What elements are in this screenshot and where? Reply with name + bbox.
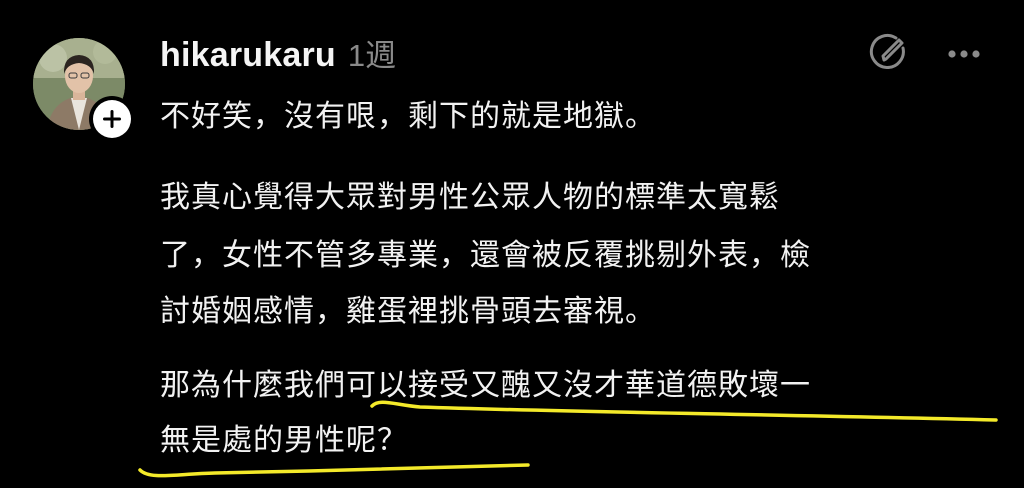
plus-icon: [103, 110, 121, 128]
post-text-line: 那為什麼我們可以接受又醜又沒才華道德敗壞一: [160, 368, 811, 403]
follow-badge-inner: [93, 100, 131, 138]
username-link[interactable]: hikarukaru: [160, 36, 336, 75]
thread-post: hikarukaru 1週 不好笑，沒有哏，剩下的就是地獄。 我真心覺得大眾對男…: [0, 0, 1024, 488]
post-text-line: 無是處的男性呢？: [160, 423, 408, 458]
post-text-line: 討婚姻感情，雞蛋裡挑骨頭去審視。: [160, 294, 656, 329]
post-header: hikarukaru 1週: [160, 30, 396, 80]
post-timestamp: 1週: [347, 38, 397, 73]
edit-button[interactable]: [864, 28, 912, 76]
post-text-line: 了，女性不管多專業，還會被反覆挑剔外表，檢: [160, 238, 811, 273]
post-text-paragraph-1: 不好笑，沒有哏，剩下的就是地獄。: [160, 99, 656, 134]
more-horizontal-icon: [948, 50, 980, 58]
edit-pencil-icon: [869, 33, 905, 69]
more-options-button[interactable]: [940, 28, 988, 76]
post-text-line: 我真心覺得大眾對男性公眾人物的標準太寬鬆: [160, 180, 780, 215]
follow-button[interactable]: [89, 96, 135, 142]
